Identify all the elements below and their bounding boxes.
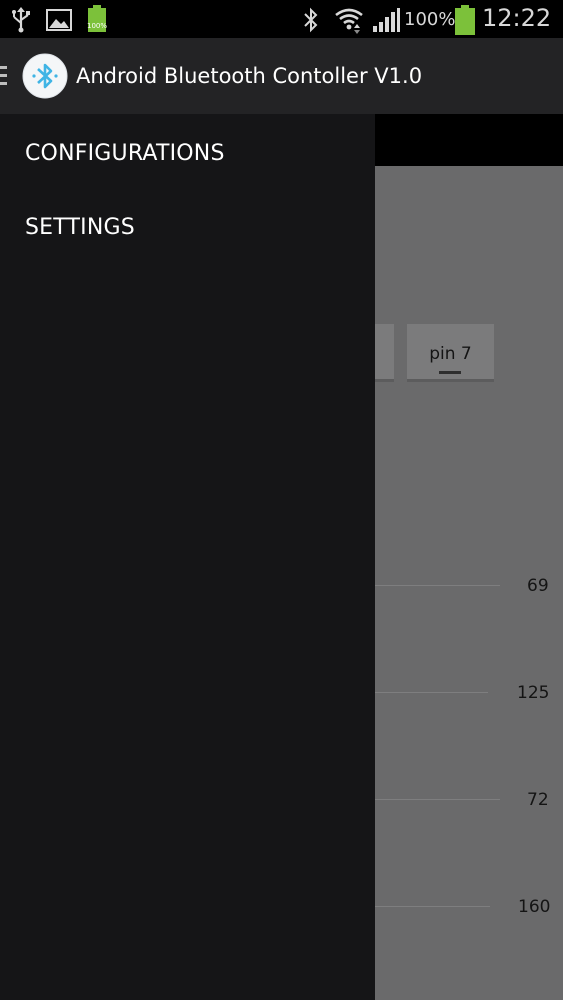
slider-value: 72 — [527, 790, 549, 810]
wifi-icon — [335, 8, 363, 34]
drawer-item-configurations[interactable]: CONFIGURATIONS — [25, 141, 225, 166]
battery-small-icon: 100% — [86, 5, 108, 33]
battery-small-label: 100% — [86, 22, 107, 30]
pin-7-button[interactable]: pin 7 — [407, 324, 494, 382]
slider-track[interactable] — [375, 585, 500, 586]
navigation-drawer: CONFIGURATIONS SETTINGS — [0, 114, 375, 1000]
usb-icon — [12, 7, 30, 33]
slider-track[interactable] — [375, 799, 500, 800]
status-bar: 100% 100% 12:22 — [0, 0, 563, 38]
battery-percent: 100% — [404, 9, 456, 30]
signal-icon — [373, 8, 400, 32]
pin-7-label: pin 7 — [429, 344, 472, 364]
slider-track[interactable] — [375, 692, 488, 693]
drawer-item-settings[interactable]: SETTINGS — [25, 215, 135, 240]
gallery-icon — [46, 9, 72, 31]
slider-track[interactable] — [375, 906, 490, 907]
slider-value: 160 — [518, 897, 551, 917]
bluetooth-icon — [304, 7, 318, 33]
slider-value: 69 — [527, 576, 549, 596]
drawer-indicator-icon[interactable] — [0, 66, 8, 86]
app-title: Android Bluetooth Contoller V1.0 — [76, 64, 423, 88]
screen: 100% 100% 12:22 Android Bluetooth Contol… — [0, 0, 563, 1000]
battery-icon — [455, 5, 475, 35]
slider-value: 125 — [517, 683, 550, 703]
clock: 12:22 — [482, 4, 552, 32]
bluetooth-logo-icon[interactable] — [22, 53, 68, 99]
pin-7-indicator — [439, 371, 461, 374]
action-bar: Android Bluetooth Contoller V1.0 — [0, 38, 563, 114]
